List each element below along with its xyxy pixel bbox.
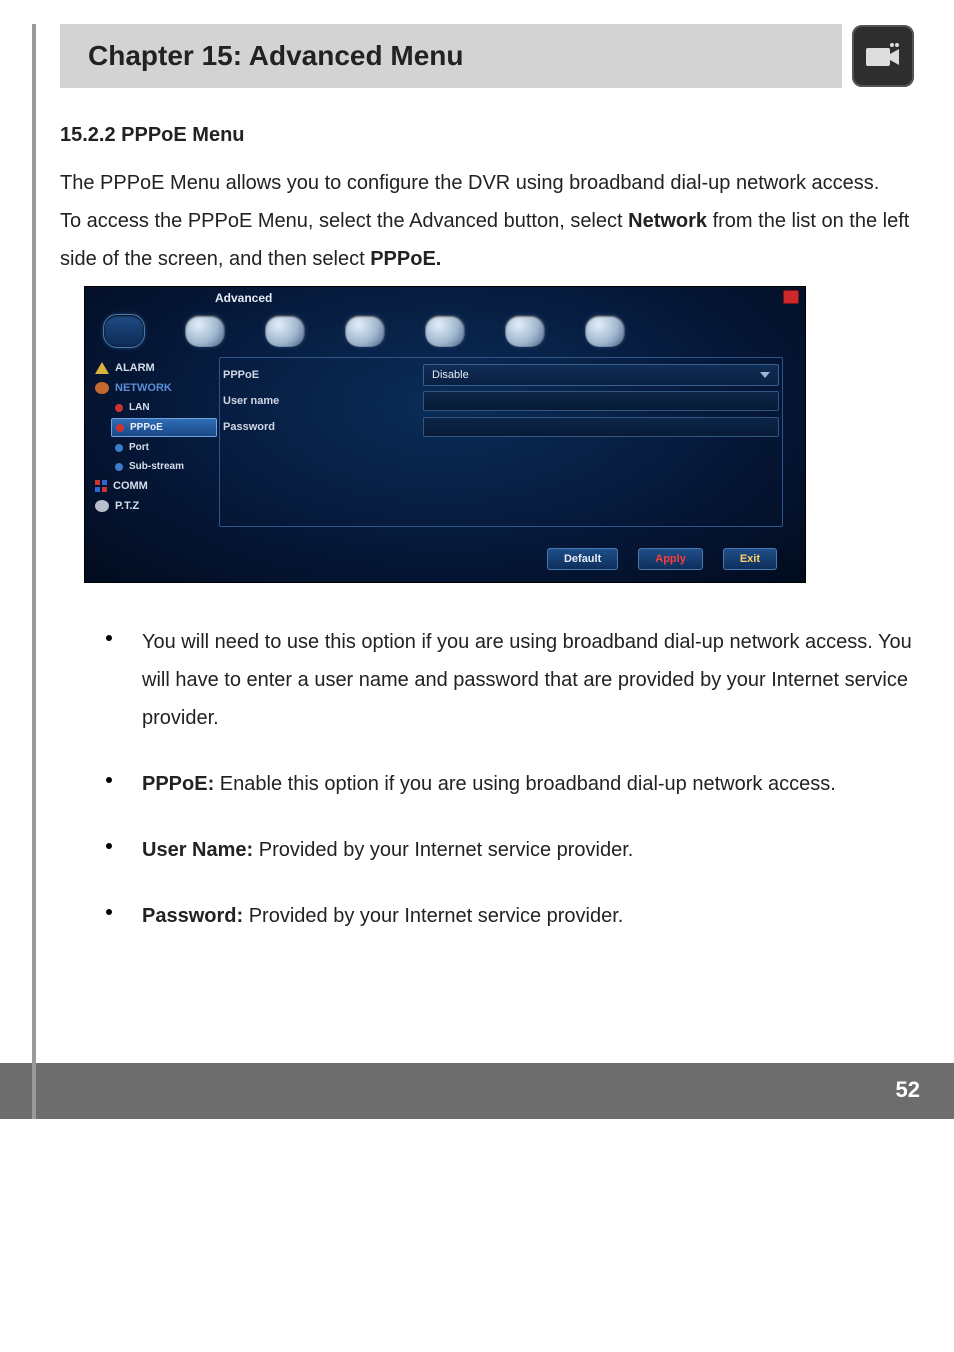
bullet-4-text: Provided by your Internet service provid… xyxy=(243,905,623,927)
apply-button-label: Apply xyxy=(655,553,686,565)
default-button-label: Default xyxy=(564,553,601,565)
bullet-3-label: User Name: xyxy=(142,839,253,861)
chapter-title: Chapter 15: Advanced Menu xyxy=(60,24,842,88)
camera-badge-icon xyxy=(852,25,914,87)
bullet-2-label: PPPoE: xyxy=(142,773,214,795)
dot-icon xyxy=(115,404,123,412)
left-vertical-rule xyxy=(32,24,36,1119)
chevron-down-icon xyxy=(760,372,770,378)
dot-icon xyxy=(115,444,123,452)
top-tab-bar xyxy=(103,311,787,351)
sidebar-label-lan: LAN xyxy=(129,402,150,413)
paragraph-2: To access the PPPoE Menu, select the Adv… xyxy=(60,202,914,278)
apply-button[interactable]: Apply xyxy=(638,548,703,570)
tab-icon-4[interactable] xyxy=(345,315,385,347)
close-icon[interactable] xyxy=(783,290,799,304)
exit-button-label: Exit xyxy=(740,553,760,565)
bullet-icon xyxy=(106,843,112,849)
tab-icon-7[interactable] xyxy=(585,315,625,347)
comm-icon xyxy=(95,480,107,492)
sidebar-item-alarm[interactable]: ALARM xyxy=(91,359,211,377)
sidebar-label-alarm: ALARM xyxy=(115,362,155,374)
page-number: 52 xyxy=(896,1077,920,1102)
input-password[interactable] xyxy=(423,417,779,437)
paragraph-2-bold-network: Network xyxy=(628,210,707,232)
sidebar-label-port: Port xyxy=(129,442,149,453)
bullet-4: Password: Provided by your Internet serv… xyxy=(142,897,914,935)
dot-icon xyxy=(115,463,123,471)
sidebar-label-substream: Sub-stream xyxy=(129,461,184,472)
tab-icon-1[interactable] xyxy=(103,314,145,348)
sidebar-item-lan[interactable]: LAN xyxy=(111,399,211,416)
bullet-1: You will need to use this option if you … xyxy=(142,623,914,737)
label-password: Password xyxy=(223,421,423,433)
sidebar: ALARM NETWORK LAN PPPoE Port xyxy=(91,357,211,517)
sidebar-item-comm[interactable]: COMM xyxy=(91,477,211,495)
tab-icon-5[interactable] xyxy=(425,315,465,347)
dot-icon xyxy=(116,424,124,432)
exit-button[interactable]: Exit xyxy=(723,548,777,570)
sidebar-label-pppoe: PPPoE xyxy=(130,422,163,433)
input-username[interactable] xyxy=(423,391,779,411)
sidebar-item-substream[interactable]: Sub-stream xyxy=(111,458,211,475)
tab-icon-6[interactable] xyxy=(505,315,545,347)
bullet-2-text: Enable this option if you are using broa… xyxy=(214,773,836,795)
bullet-icon xyxy=(106,909,112,915)
label-pppoe: PPPoE xyxy=(223,369,423,381)
bullet-icon xyxy=(106,635,112,641)
dvr-screenshot: Advanced ALARM NETWORK xyxy=(84,286,806,583)
network-icon xyxy=(95,382,109,394)
sidebar-item-pppoe[interactable]: PPPoE xyxy=(111,418,217,437)
sidebar-item-port[interactable]: Port xyxy=(111,439,211,456)
bullet-3-text: Provided by your Internet service provid… xyxy=(253,839,633,861)
alarm-icon xyxy=(95,362,109,374)
sidebar-label-network: NETWORK xyxy=(115,382,172,394)
select-pppoe-value: Disable xyxy=(432,369,469,381)
window-title: Advanced xyxy=(215,291,272,305)
sidebar-item-ptz[interactable]: P.T.Z xyxy=(91,497,211,515)
tab-icon-2[interactable] xyxy=(185,315,225,347)
select-pppoe[interactable]: Disable xyxy=(423,364,779,386)
section-heading: 15.2.2 PPPoE Menu xyxy=(60,116,914,154)
bullet-2: PPPoE: Enable this option if you are usi… xyxy=(142,765,914,803)
default-button[interactable]: Default xyxy=(547,548,618,570)
bullet-icon xyxy=(106,777,112,783)
ptz-icon xyxy=(95,500,109,512)
label-username: User name xyxy=(223,395,423,407)
sidebar-label-comm: COMM xyxy=(113,480,148,492)
sidebar-item-network[interactable]: NETWORK xyxy=(91,379,211,397)
tab-icon-3[interactable] xyxy=(265,315,305,347)
bullet-4-label: Password: xyxy=(142,905,243,927)
paragraph-1: The PPPoE Menu allows you to configure t… xyxy=(60,164,914,202)
sidebar-label-ptz: P.T.Z xyxy=(115,500,139,512)
bullet-3: User Name: Provided by your Internet ser… xyxy=(142,831,914,869)
paragraph-2-bold-pppoe: PPPoE. xyxy=(370,248,441,270)
paragraph-2-pre: To access the PPPoE Menu, select the Adv… xyxy=(60,210,628,232)
page-footer: 52 xyxy=(0,1063,954,1119)
